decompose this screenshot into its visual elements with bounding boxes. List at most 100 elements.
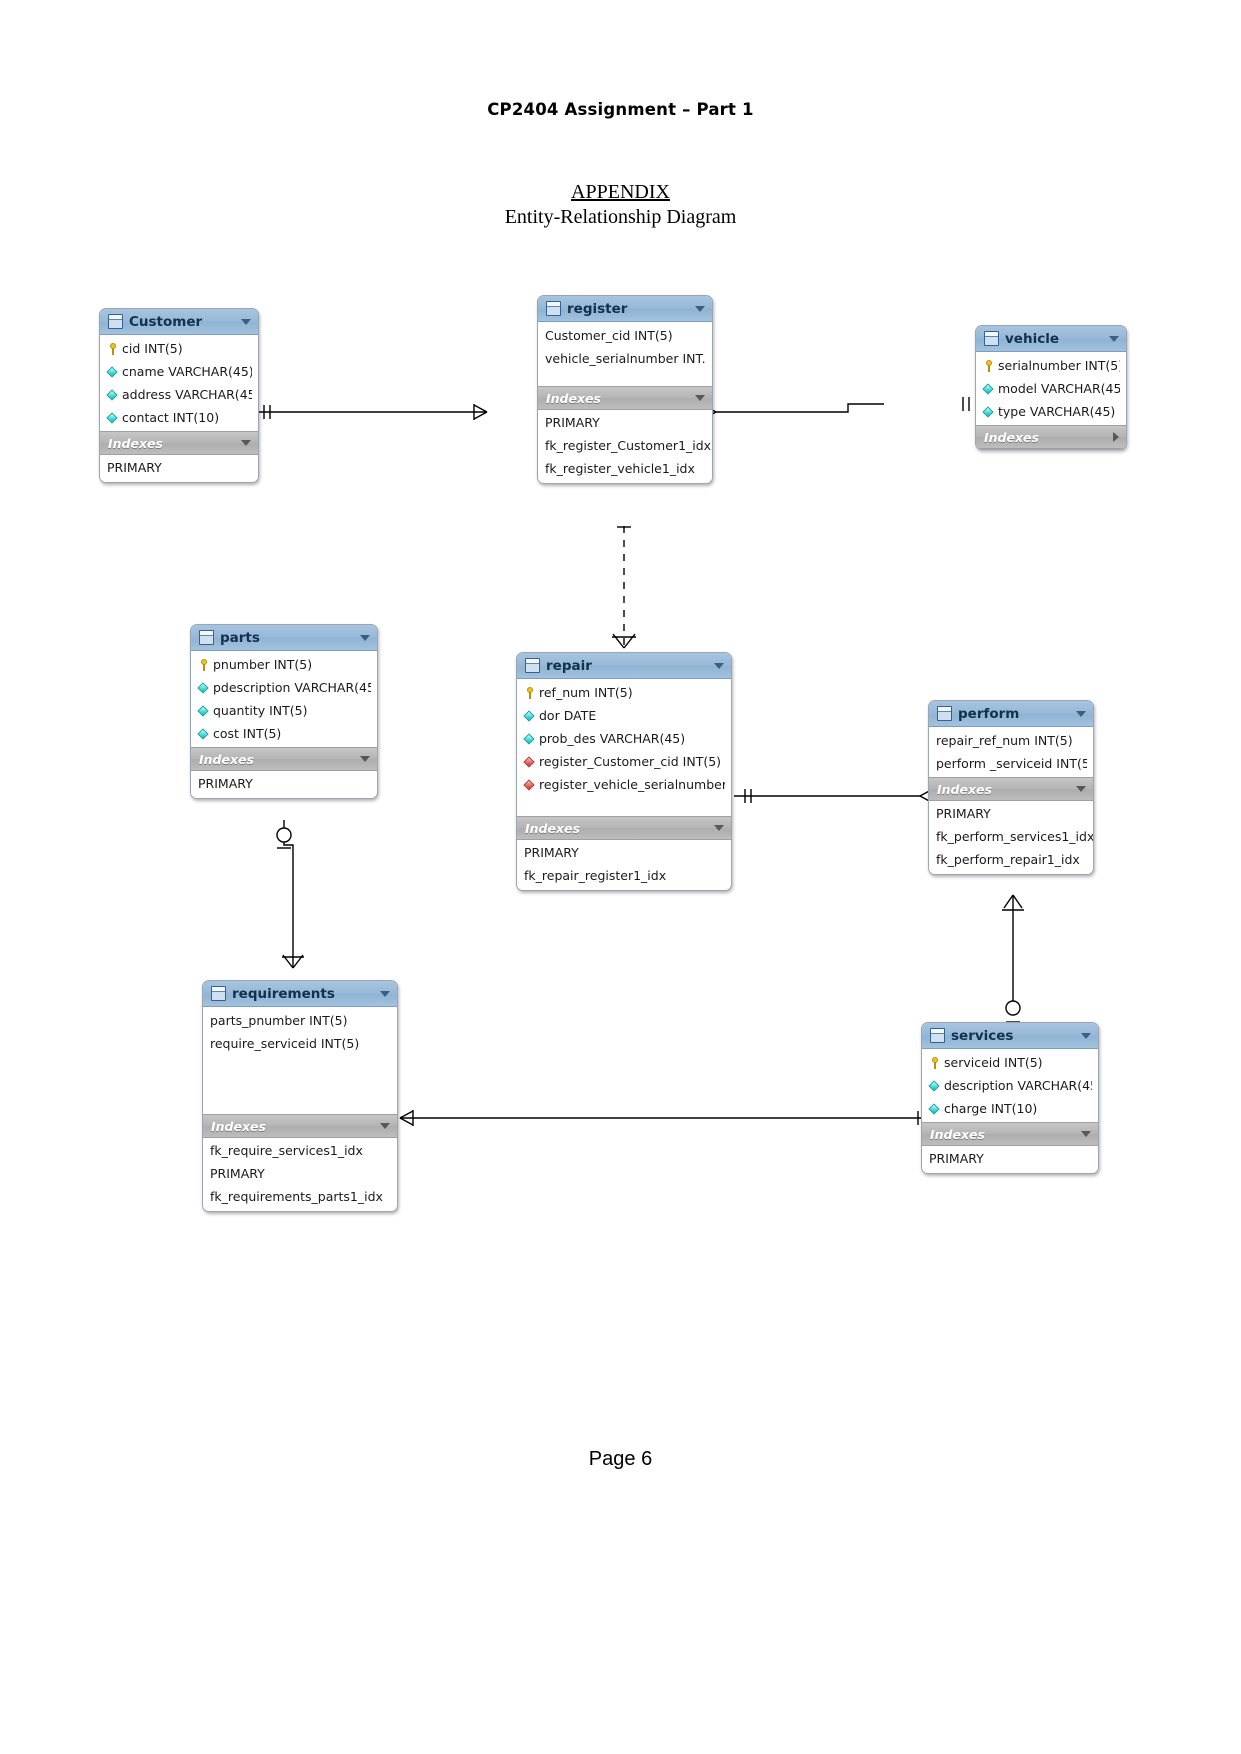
index-row[interactable]: fk_require_services1_idx	[203, 1139, 397, 1162]
table-parts-indexes-header[interactable]: Indexes	[191, 747, 377, 771]
column-label: cid INT(5)	[122, 341, 183, 356]
table-perform-header[interactable]: perform	[929, 701, 1093, 727]
table-repair[interactable]: repair ref_num INT(5) dor DATE prob_des …	[516, 652, 732, 891]
chevron-down-icon[interactable]	[380, 1123, 390, 1129]
chevron-down-icon[interactable]	[1076, 786, 1086, 792]
table-perform-indexes-header[interactable]: Indexes	[929, 777, 1093, 801]
chevron-down-icon[interactable]	[714, 825, 724, 831]
index-row[interactable]: PRIMARY	[929, 802, 1093, 825]
index-label: PRIMARY	[210, 1166, 265, 1181]
table-customer-indexes-header[interactable]: Indexes	[100, 431, 258, 455]
index-row[interactable]: fk_requirements_parts1_idx	[203, 1185, 397, 1208]
column-row[interactable]: address VARCHAR(45)	[100, 383, 258, 406]
table-register[interactable]: register Customer_cid INT(5) vehicle_ser…	[537, 295, 713, 484]
index-row[interactable]: PRIMARY	[538, 411, 712, 434]
table-register-indexes-header[interactable]: Indexes	[538, 386, 712, 410]
table-requirements-indexes-header[interactable]: Indexes	[203, 1114, 397, 1138]
table-services-indexes-header[interactable]: Indexes	[922, 1122, 1098, 1146]
index-row[interactable]: PRIMARY	[517, 841, 731, 864]
column-icon	[524, 710, 535, 722]
index-label: fk_perform_services1_idx	[936, 829, 1094, 844]
chevron-right-icon[interactable]	[1113, 432, 1119, 442]
table-requirements[interactable]: requirements parts_pnumber INT(5) requir…	[202, 980, 398, 1212]
chevron-down-icon[interactable]	[360, 634, 370, 641]
column-row[interactable]: serialnumber INT(5)	[976, 354, 1126, 377]
index-label: PRIMARY	[545, 415, 600, 430]
column-row[interactable]: perform _serviceid INT(5)	[929, 752, 1093, 775]
column-row[interactable]: repair_ref_num INT(5)	[929, 729, 1093, 752]
chevron-down-icon[interactable]	[241, 318, 251, 325]
index-row[interactable]: PRIMARY	[203, 1162, 397, 1185]
column-row[interactable]: pnumber INT(5)	[191, 653, 377, 676]
index-row[interactable]: PRIMARY	[922, 1147, 1098, 1170]
index-row[interactable]: fk_register_vehicle1_idx	[538, 457, 712, 480]
table-services-columns: serviceid INT(5) description VARCHAR(45)…	[922, 1049, 1098, 1122]
table-register-header[interactable]: register	[538, 296, 712, 322]
column-row[interactable]: require_serviceid INT(5)	[203, 1032, 397, 1055]
table-repair-indexes: PRIMARY fk_repair_register1_idx	[517, 840, 731, 890]
column-icon	[107, 412, 118, 424]
column-row[interactable]: description VARCHAR(45)	[922, 1074, 1098, 1097]
column-icon	[198, 705, 209, 717]
column-row[interactable]: ref_num INT(5)	[517, 681, 731, 704]
index-row[interactable]: PRIMARY	[191, 772, 377, 795]
column-row[interactable]: cid INT(5)	[100, 337, 258, 360]
index-row[interactable]: fk_perform_repair1_idx	[929, 848, 1093, 871]
column-label: contact INT(10)	[122, 410, 220, 425]
column-row[interactable]: parts_pnumber INT(5)	[203, 1009, 397, 1032]
index-row[interactable]: fk_repair_register1_idx	[517, 864, 731, 887]
column-label: cost INT(5)	[213, 726, 282, 741]
table-customer-title: Customer	[129, 313, 203, 330]
column-row[interactable]: register_Customer_cid INT(5)	[517, 750, 731, 773]
index-row[interactable]: fk_register_Customer1_idx	[538, 434, 712, 457]
column-spacer	[538, 370, 712, 384]
table-vehicle-indexes-header[interactable]: Indexes	[976, 425, 1126, 449]
column-row[interactable]: dor DATE	[517, 704, 731, 727]
chevron-down-icon[interactable]	[695, 305, 705, 312]
chevron-down-icon[interactable]	[1081, 1131, 1091, 1137]
index-row[interactable]: PRIMARY	[100, 456, 258, 479]
index-label: fk_register_Customer1_idx	[545, 438, 712, 453]
table-vehicle[interactable]: vehicle serialnumber INT(5) model VARCHA…	[975, 325, 1127, 450]
column-spacer	[203, 1055, 397, 1112]
table-customer-header[interactable]: Customer	[100, 309, 258, 335]
column-row[interactable]: register_vehicle_serialnumber...	[517, 773, 731, 796]
column-row[interactable]: vehicle_serialnumber INT...	[538, 347, 712, 370]
chevron-down-icon[interactable]	[241, 440, 251, 446]
chevron-down-icon[interactable]	[1109, 335, 1119, 342]
column-row[interactable]: cost INT(5)	[191, 722, 377, 745]
table-icon	[930, 1028, 945, 1043]
column-row[interactable]: charge INT(10)	[922, 1097, 1098, 1120]
chevron-down-icon[interactable]	[360, 756, 370, 762]
key-icon	[198, 658, 209, 671]
column-row[interactable]: model VARCHAR(45)	[976, 377, 1126, 400]
column-row[interactable]: contact INT(10)	[100, 406, 258, 429]
column-row[interactable]: serviceid INT(5)	[922, 1051, 1098, 1074]
table-services-header[interactable]: services	[922, 1023, 1098, 1049]
table-parts[interactable]: parts pnumber INT(5) pdescription VARCHA…	[190, 624, 378, 799]
chevron-down-icon[interactable]	[714, 662, 724, 669]
table-services[interactable]: services serviceid INT(5) description VA…	[921, 1022, 1099, 1174]
chevron-down-icon[interactable]	[695, 395, 705, 401]
column-row[interactable]: cname VARCHAR(45)	[100, 360, 258, 383]
chevron-down-icon[interactable]	[1076, 710, 1086, 717]
table-repair-indexes-header[interactable]: Indexes	[517, 816, 731, 840]
table-customer[interactable]: Customer cid INT(5) cname VARCHAR(45) ad…	[99, 308, 259, 483]
table-repair-header[interactable]: repair	[517, 653, 731, 679]
column-label: repair_ref_num INT(5)	[936, 733, 1073, 748]
column-row[interactable]: type VARCHAR(45)	[976, 400, 1126, 423]
chevron-down-icon[interactable]	[380, 990, 390, 997]
indexes-label: Indexes	[930, 1126, 985, 1142]
column-row[interactable]: Customer_cid INT(5)	[538, 324, 712, 347]
column-row[interactable]: pdescription VARCHAR(45)	[191, 676, 377, 699]
column-icon	[198, 728, 209, 740]
column-row[interactable]: prob_des VARCHAR(45)	[517, 727, 731, 750]
chevron-down-icon[interactable]	[1081, 1032, 1091, 1039]
table-vehicle-title: vehicle	[1005, 330, 1059, 347]
table-vehicle-header[interactable]: vehicle	[976, 326, 1126, 352]
table-perform[interactable]: perform repair_ref_num INT(5) perform _s…	[928, 700, 1094, 875]
index-row[interactable]: fk_perform_services1_idx	[929, 825, 1093, 848]
column-row[interactable]: quantity INT(5)	[191, 699, 377, 722]
table-parts-header[interactable]: parts	[191, 625, 377, 651]
table-requirements-header[interactable]: requirements	[203, 981, 397, 1007]
